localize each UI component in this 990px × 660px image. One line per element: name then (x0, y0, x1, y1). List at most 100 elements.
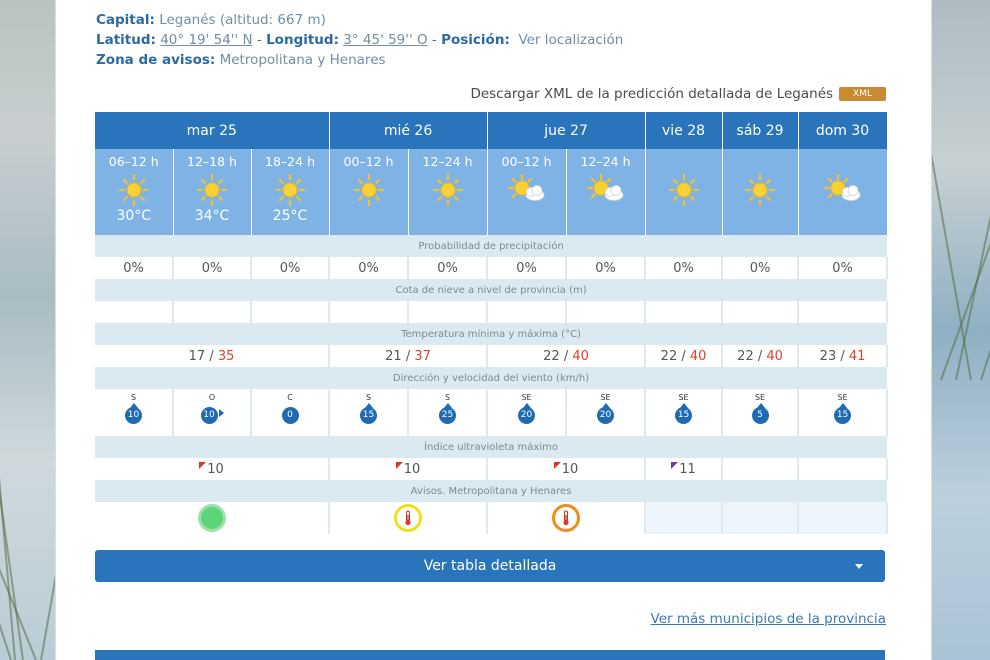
period-cell: 12–24 h (408, 149, 488, 235)
precip-value: 0% (798, 257, 889, 279)
background-left (0, 0, 95, 660)
warning-cell (798, 502, 889, 534)
uv-flag-icon (553, 461, 561, 469)
uv-number: 10 (403, 461, 421, 477)
longitude-value[interactable]: 3° 45' 59'' O (343, 32, 427, 48)
warning-orange-icon[interactable] (552, 504, 581, 532)
wind-direction: C (287, 393, 293, 402)
wind-cell: S 15 (329, 389, 410, 436)
wind-cell: S 10 (95, 389, 174, 436)
latitude-value[interactable]: 40° 19' 54'' N (160, 32, 252, 48)
sun-icon (723, 173, 798, 207)
capital-value: Leganés (altitud: 667 m) (159, 12, 326, 28)
snow-value (487, 301, 568, 323)
background-right (897, 0, 990, 660)
day-header: jue 27 (487, 112, 646, 149)
wind-cell: O 10 (173, 389, 252, 436)
wind-direction: S (444, 393, 451, 402)
more-municipalities-link[interactable]: Ver más municipios de la provincia (651, 611, 886, 627)
snow-value (329, 301, 410, 323)
wind-arrow-icon (602, 403, 611, 408)
wind-speed: 0 (281, 407, 299, 424)
temp-max: 35 (217, 348, 235, 364)
temp-min-max: 22 / 40 (722, 345, 800, 367)
temp-max: 41 (848, 348, 866, 364)
temp-max: 40 (766, 348, 783, 364)
wind-direction: SE (521, 393, 532, 402)
temp-min: 22 (543, 348, 560, 364)
wind-speed: 15 (675, 403, 693, 424)
wind-arrow-icon (365, 403, 374, 408)
zone-label: Zona de avisos: (96, 52, 216, 68)
period-label: 12–24 h (580, 154, 631, 169)
xml-download-text[interactable]: Descargar XML de la predicción detallada… (470, 86, 833, 102)
wind-label: Dirección y velocidad del viento (km/h) (95, 367, 888, 389)
chevron-down-icon (855, 564, 863, 569)
precip-value: 0% (408, 257, 489, 279)
wind-direction: SE (754, 393, 766, 402)
precip-value: 0% (645, 257, 724, 279)
period-cell: 00–12 h (329, 149, 409, 235)
wind-speed: 15 (834, 403, 852, 424)
warning-cell (487, 502, 647, 534)
period-cell (645, 149, 723, 235)
xml-badge[interactable]: XML (839, 87, 886, 101)
wind-arrow-icon (756, 403, 765, 408)
wind-speed: 10 (125, 403, 142, 424)
uv-flag-icon (199, 461, 207, 469)
grass-decoration (940, 22, 990, 381)
period-cell: 12–24 h (566, 149, 646, 235)
wind-direction: S (130, 393, 137, 402)
temp-min: 22 (737, 348, 754, 364)
uv-number: 10 (207, 461, 224, 477)
sun-icon (174, 173, 251, 207)
day-header: sáb 29 (722, 112, 799, 149)
uv-value: 10 (95, 458, 331, 480)
snow-value (95, 301, 174, 323)
wind-speed: 20 (597, 403, 615, 424)
view-location-link[interactable]: Ver localización (518, 32, 623, 48)
precip-value: 0% (173, 257, 252, 279)
wind-speed: 20 (518, 403, 536, 424)
warning-cell (95, 502, 331, 534)
xml-download[interactable]: Descargar XML de la predicción detallada… (470, 86, 886, 102)
wind-cell: SE 20 (487, 389, 568, 436)
warning-green-icon[interactable] (197, 504, 226, 532)
zone-value: Metropolitana y Henares (219, 52, 386, 68)
snow-value (566, 301, 647, 323)
period-label: 00–12 h (343, 154, 394, 169)
uv-flag-icon (395, 461, 403, 469)
period-cell: 06–12 h 30°C (95, 149, 174, 235)
wind-cell: SE 5 (722, 389, 800, 436)
sun-icon (252, 173, 329, 207)
bottom-section-bar (95, 650, 885, 660)
warning-yellow-icon[interactable] (394, 504, 423, 532)
temp-min: 17 (188, 348, 206, 364)
snow-value (408, 301, 489, 323)
warning-cell (722, 502, 800, 534)
capital-label: Capital: (96, 12, 155, 28)
longitude-label: Longitud: (266, 32, 339, 48)
sun-cloud-icon (799, 173, 887, 207)
precip-label: Probabilidad de precipitación (95, 235, 888, 257)
wind-direction: S (365, 393, 372, 402)
content-panel: Capital: Leganés (altitud: 667 m) Latitu… (55, 0, 932, 660)
wind-arrow-icon (523, 403, 532, 408)
wind-arrow-icon (444, 403, 453, 408)
location-info: Capital: Leganés (altitud: 667 m) Latitu… (96, 12, 624, 68)
period-cell (722, 149, 799, 235)
wind-cell: S 25 (408, 389, 489, 436)
uv-flag-icon (671, 461, 679, 469)
period-label: 12–18 h (187, 154, 237, 169)
period-cell: 00–12 h (487, 149, 567, 235)
precip-value: 0% (95, 257, 174, 279)
period-temperature: 25°C (272, 208, 308, 224)
wind-speed: 25 (439, 403, 457, 424)
uv-value: 10 (329, 458, 489, 480)
wind-arrow-icon (839, 403, 848, 408)
period-label: 12–24 h (422, 154, 473, 169)
detailed-table-button[interactable]: Ver tabla detallada (95, 550, 885, 582)
period-label: 06–12 h (108, 154, 159, 169)
warning-cell (329, 502, 489, 534)
day-header: dom 30 (798, 112, 888, 149)
